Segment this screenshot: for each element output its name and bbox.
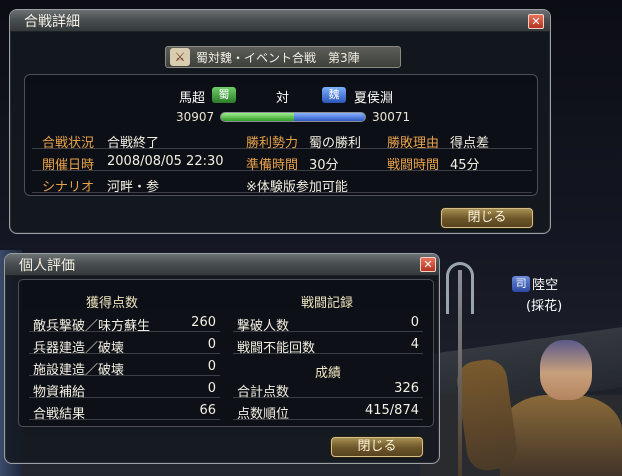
results-row-label: 点数順位 xyxy=(237,407,290,422)
winner-label: 勝利勢力 xyxy=(246,136,299,151)
status-value: 合戦終了 xyxy=(107,136,160,151)
detail-row-date: 開催日時 2008/08/05 22:30 準備時間 30分 戦闘時間 45分 xyxy=(32,153,532,173)
points-row-value: 260 xyxy=(191,315,216,330)
points-row-label: 敵兵撃破／味方蘇生 xyxy=(33,319,151,334)
close-icon[interactable]: ✕ xyxy=(528,14,544,29)
record-row: 戦闘不能回数 4 xyxy=(233,336,423,356)
battle-name: 蜀対魏・イベント合戦 xyxy=(196,50,317,65)
crossed-swords-icon: ⚔ xyxy=(170,48,190,66)
character-faction-badge: 司 xyxy=(512,275,531,292)
points-header: 獲得点数 xyxy=(86,296,139,311)
points-row: 施設建造／破壊 0 xyxy=(29,358,220,378)
player-character-body[interactable] xyxy=(500,395,622,476)
shu-score-fill xyxy=(221,113,294,121)
personal-evaluation-window: 個人評価 ✕ 獲得点数 戦闘記録 成績 敵兵撃破／味方蘇生 260 兵器建造／破… xyxy=(4,253,440,464)
points-row-label: 兵器建造／破壊 xyxy=(33,341,125,356)
wei-score-fill xyxy=(293,113,365,121)
points-row-value: 66 xyxy=(199,403,216,418)
detail-row-scenario: シナリオ 河畔・参 ※体験版参加可能 xyxy=(32,175,532,195)
record-row-label: 戦闘不能回数 xyxy=(237,341,316,356)
record-row-value: 0 xyxy=(410,315,419,330)
reason-label: 勝敗理由 xyxy=(387,136,440,151)
battle-detail-window: 合戦詳細 ✕ ⚔ 蜀対魏・イベント合戦 第3陣 馬超 蜀 対 魏 夏侯淵 309… xyxy=(9,9,551,234)
points-row: 物資補給 0 xyxy=(29,380,220,400)
points-row: 合戦結果 66 xyxy=(29,402,220,422)
points-row-value: 0 xyxy=(207,381,216,396)
battle-detail-title-bar[interactable]: 合戦詳細 xyxy=(10,10,550,32)
character-name: 陸空 xyxy=(532,278,559,293)
results-row: 合計点数 326 xyxy=(233,380,423,400)
record-header: 戦闘記録 xyxy=(301,296,354,311)
character-nameplate[interactable]: 司陸空 (採花) xyxy=(508,274,562,314)
trial-note: ※体験版参加可能 xyxy=(246,180,348,195)
points-row: 兵器建造／破壊 0 xyxy=(29,336,220,356)
battle-detail-close-button[interactable]: 閉じる xyxy=(441,208,533,228)
battle-detail-title: 合戦詳細 xyxy=(24,13,80,30)
battle-stage: 第3陣 xyxy=(328,50,360,65)
scenario-label: シナリオ xyxy=(42,180,95,195)
results-row-label: 合計点数 xyxy=(237,385,290,400)
results-row-value: 326 xyxy=(394,381,419,396)
left-commander: 馬超 xyxy=(179,91,206,106)
results-row: 点数順位 415/874 xyxy=(233,402,423,422)
right-commander: 夏侯淵 xyxy=(354,91,394,106)
right-score: 30071 xyxy=(372,110,411,124)
points-row-value: 0 xyxy=(207,337,216,352)
battle-name-header: ⚔ 蜀対魏・イベント合戦 第3陣 xyxy=(165,46,401,68)
date-label: 開催日時 xyxy=(42,158,95,173)
versus-label: 対 xyxy=(276,91,290,106)
spear-head xyxy=(446,262,474,314)
results-row-value: 415/874 xyxy=(364,403,419,418)
character-title: (採花) xyxy=(526,299,563,314)
results-header: 成績 xyxy=(315,366,342,381)
reason-value: 得点差 xyxy=(450,136,490,151)
close-icon[interactable]: ✕ xyxy=(420,257,436,272)
points-row-label: 合戦結果 xyxy=(33,407,86,422)
personal-evaluation-title-bar[interactable]: 個人評価 xyxy=(5,254,439,276)
detail-row-status: 合戦状況 合戦終了 勝利勢力 蜀の勝利 勝敗理由 得点差 xyxy=(32,131,532,151)
record-row: 撃破人数 0 xyxy=(233,314,423,334)
prep-time-value: 30分 xyxy=(309,158,339,173)
date-value: 2008/08/05 22:30 xyxy=(107,154,224,169)
personal-evaluation-title: 個人評価 xyxy=(19,257,75,274)
battle-time-label: 戦闘時間 xyxy=(387,158,440,173)
winner-value: 蜀の勝利 xyxy=(309,136,362,151)
points-row-value: 0 xyxy=(207,359,216,374)
shu-faction-icon: 蜀 xyxy=(212,87,236,103)
score-comparison-gauge xyxy=(220,112,366,122)
wei-faction-icon: 魏 xyxy=(322,87,346,103)
points-row-label: 物資補給 xyxy=(33,385,86,400)
status-label: 合戦状況 xyxy=(42,136,95,151)
versus-row: 馬超 蜀 対 魏 夏侯淵 xyxy=(10,87,550,106)
prep-time-label: 準備時間 xyxy=(246,158,299,173)
points-row-label: 施設建造／破壊 xyxy=(33,363,125,378)
personal-evaluation-close-button[interactable]: 閉じる xyxy=(331,437,423,457)
player-character-head[interactable] xyxy=(540,340,592,400)
record-row-label: 撃破人数 xyxy=(237,319,290,334)
points-row: 敵兵撃破／味方蘇生 260 xyxy=(29,314,220,334)
record-row-value: 4 xyxy=(410,337,419,352)
scenario-value: 河畔・参 xyxy=(107,180,160,195)
battle-time-value: 45分 xyxy=(450,158,480,173)
left-score: 30907 xyxy=(176,110,215,124)
